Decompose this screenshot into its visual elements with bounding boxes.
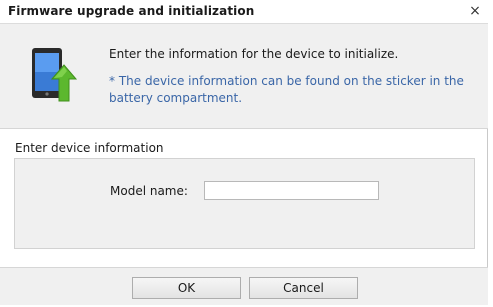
title-bar: Firmware upgrade and initialization ×	[0, 0, 488, 24]
firmware-dialog: Firmware upgrade and initialization × En…	[0, 0, 488, 305]
close-icon[interactable]: ×	[468, 3, 482, 19]
instruction-text: Enter the information for the device to …	[109, 47, 399, 61]
model-name-label: Model name:	[110, 184, 188, 198]
sticker-note: * The device information can be found on…	[109, 74, 464, 105]
phone-upgrade-icon	[32, 48, 78, 102]
device-info-label: Enter device information	[15, 141, 164, 155]
cancel-button[interactable]: Cancel	[249, 277, 358, 299]
dialog-title: Firmware upgrade and initialization	[8, 4, 255, 18]
background-window-edge	[488, 0, 493, 307]
ok-button[interactable]: OK	[132, 277, 241, 299]
device-info-group: Model name:	[14, 158, 475, 249]
button-bar: OK Cancel	[0, 267, 488, 305]
header-panel: Enter the information for the device to …	[0, 24, 488, 129]
model-name-input[interactable]	[204, 181, 379, 200]
